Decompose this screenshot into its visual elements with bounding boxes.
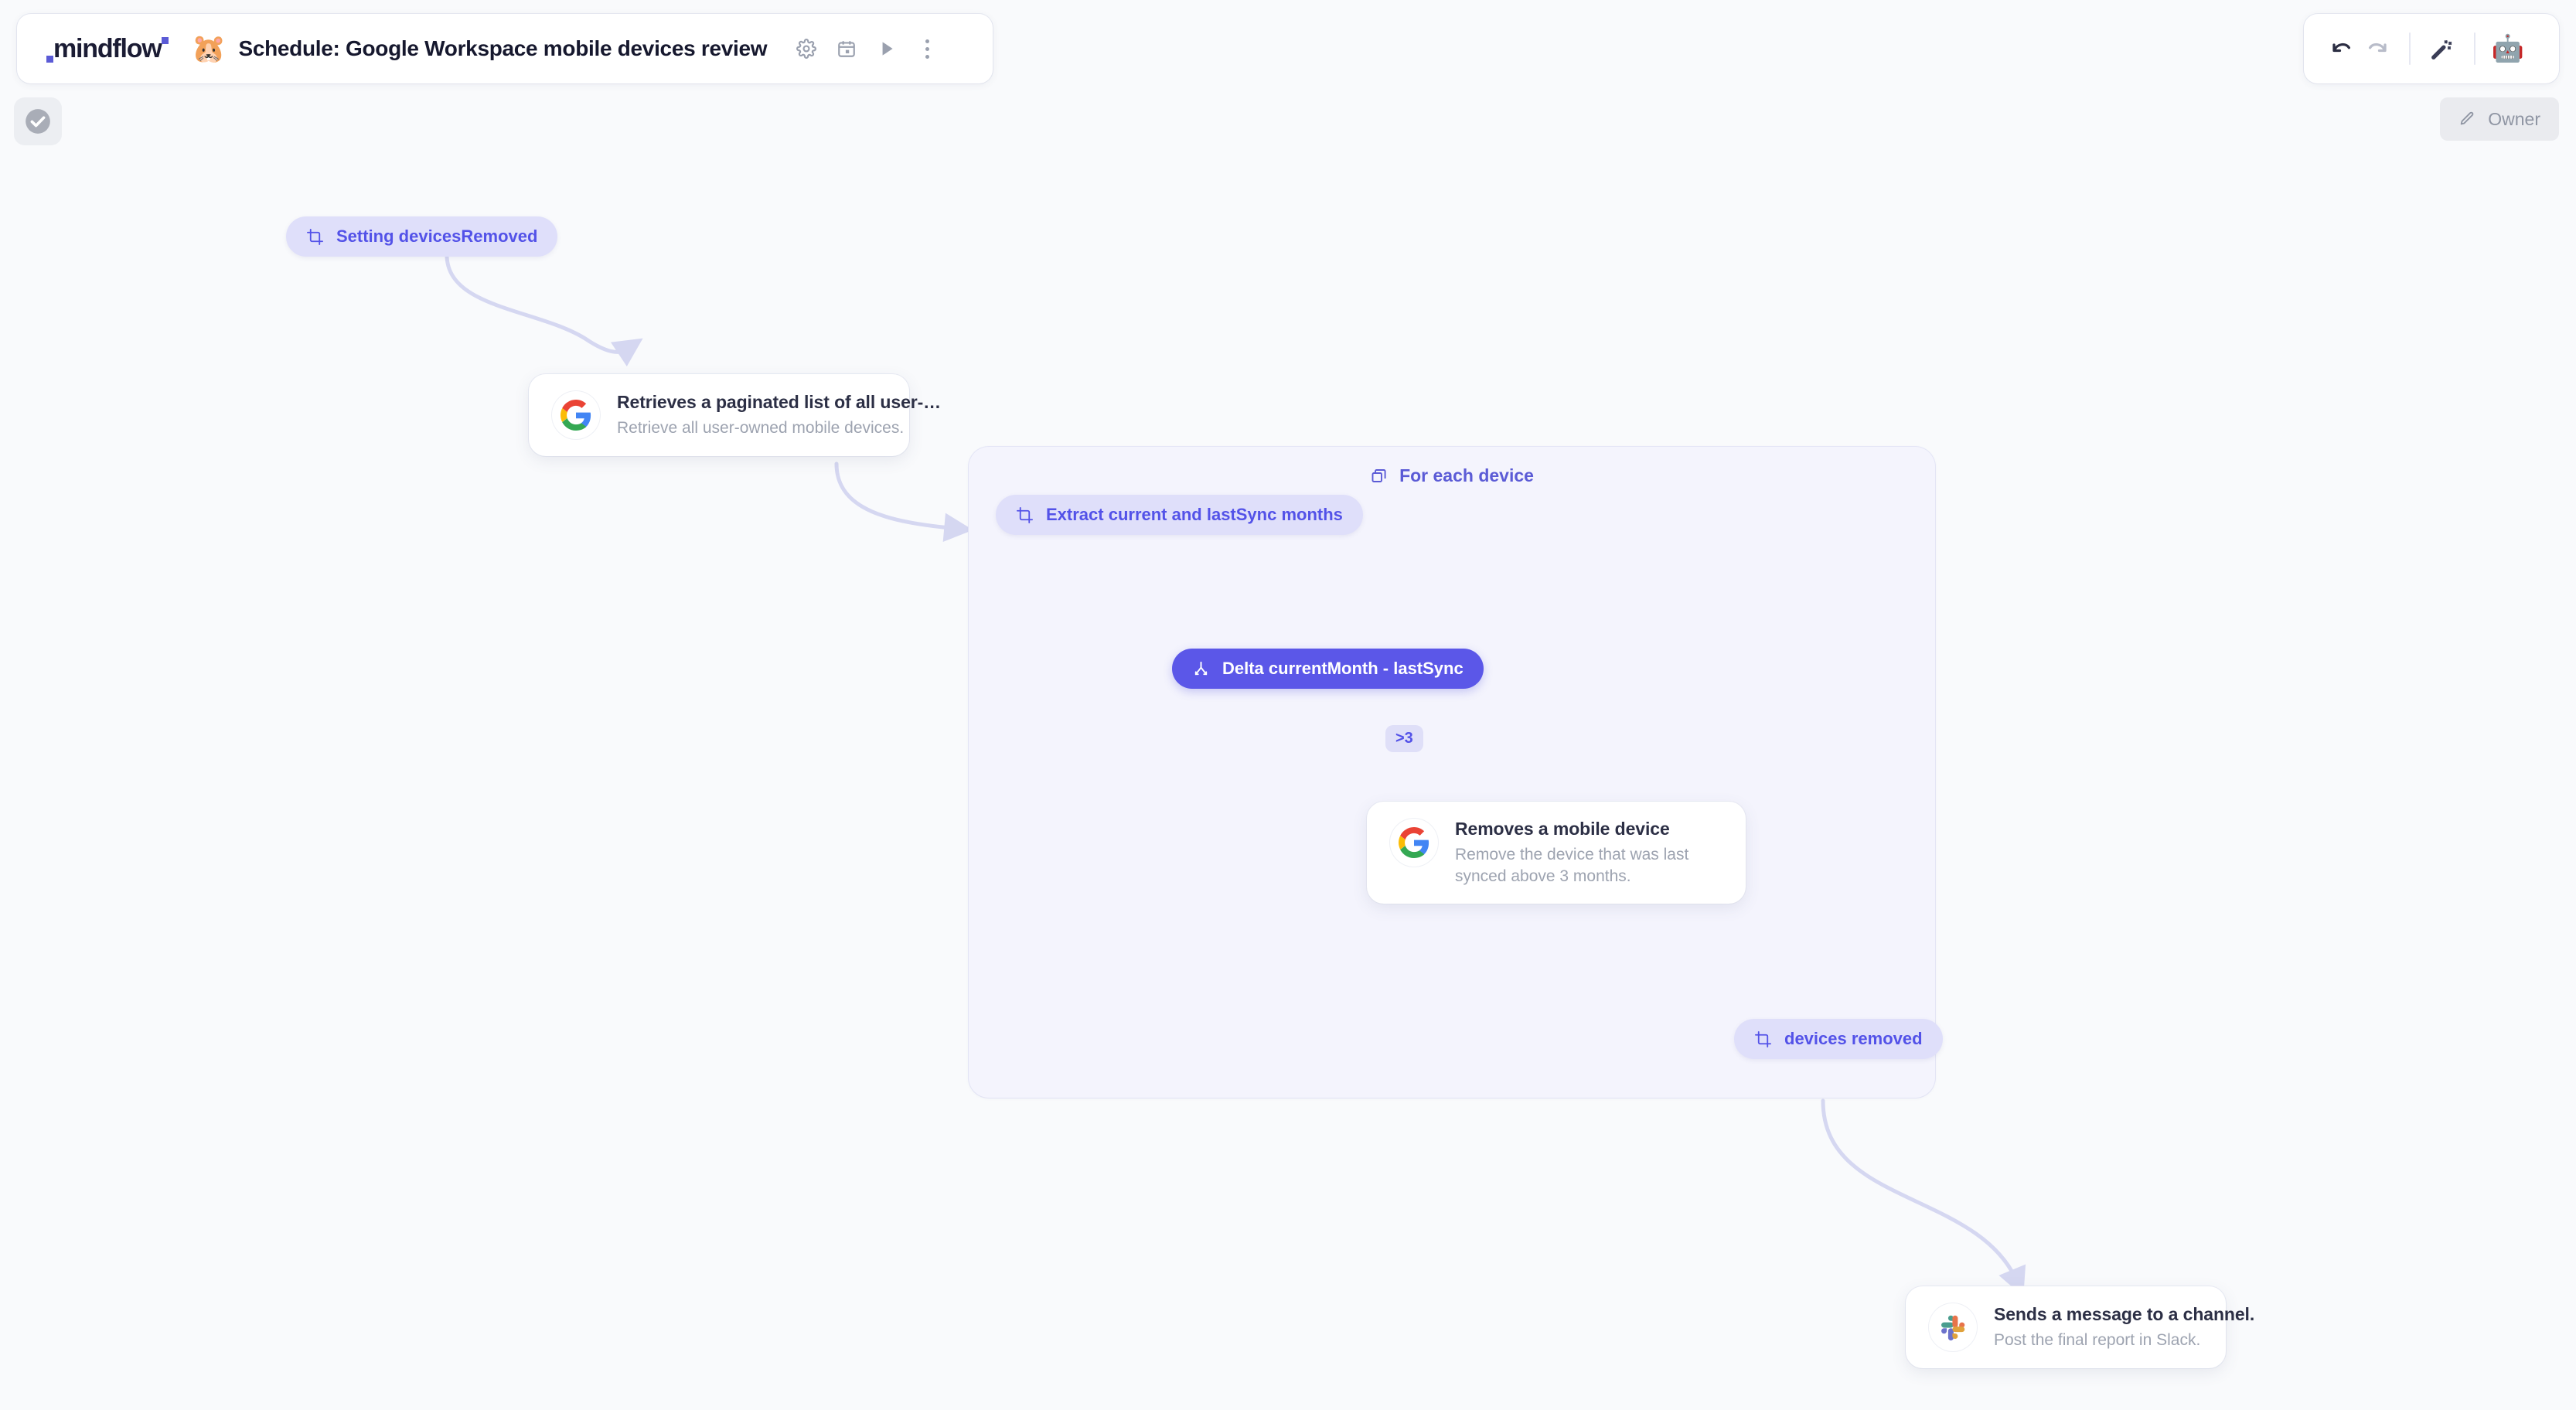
- card-title: Sends a message to a channel.: [1994, 1303, 2255, 1324]
- node-label: Setting devicesRemoved: [336, 226, 538, 246]
- toolbar-divider-2: [2474, 32, 2475, 65]
- slack-icon: [1929, 1303, 1977, 1351]
- edge-setting-to-retrieve: [445, 253, 643, 367]
- card-text: Retrieves a paginated list of all user-……: [617, 392, 941, 439]
- owner-badge[interactable]: Owner: [2440, 97, 2559, 141]
- workflow-title-group: 🐹 Schedule: Google Workspace mobile devi…: [192, 35, 938, 63]
- node-label: devices removed: [1784, 1029, 1923, 1048]
- user-avatar[interactable]: 🤖: [2489, 36, 2527, 62]
- node-label: Extract current and lastSync months: [1046, 505, 1343, 524]
- owner-label: Owner: [2488, 108, 2540, 129]
- more-options-icon[interactable]: [917, 39, 937, 59]
- edge-label-delta-condition[interactable]: >3: [1385, 725, 1423, 752]
- brand-logo[interactable]: mindflow: [17, 14, 192, 83]
- run-icon[interactable]: [877, 39, 897, 59]
- app-header: mindflow 🐹 Schedule: Google Workspace mo…: [17, 14, 993, 83]
- workflow-actions: [796, 39, 937, 59]
- redo-icon[interactable]: [2360, 31, 2395, 66]
- node-devices-removed[interactable]: devices removed: [1734, 1019, 1943, 1059]
- check-circle-icon: [23, 107, 53, 136]
- google-icon: [1390, 819, 1438, 867]
- card-text: Removes a mobile device Remove the devic…: [1455, 819, 1718, 887]
- node-slack-message[interactable]: Sends a message to a channel. Post the f…: [1906, 1286, 2254, 1368]
- edge-retrieve-to-loop: [834, 461, 973, 543]
- node-setting-devices-removed[interactable]: Setting devicesRemoved: [286, 216, 558, 257]
- node-label: Delta currentMonth - lastSync: [1222, 659, 1463, 678]
- card-title: Removes a mobile device: [1455, 819, 1670, 839]
- node-remove-device[interactable]: Removes a mobile device Remove the devic…: [1367, 802, 1746, 904]
- card-subtitle: Remove the device that was last synced a…: [1455, 846, 1689, 885]
- page-title[interactable]: Schedule: Google Workspace mobile device…: [238, 36, 767, 61]
- loop-header: For each device: [969, 465, 1935, 486]
- brand-name: mindflow: [46, 36, 169, 63]
- loop-container[interactable]: For each device: [969, 447, 1935, 1098]
- layers-icon: [1370, 467, 1389, 485]
- card-title: Retrieves a paginated list of all user-…: [617, 391, 942, 412]
- pencil-icon: [2458, 111, 2475, 128]
- workflow-status-badge[interactable]: [14, 97, 62, 145]
- toolbar-divider-1: [2409, 32, 2411, 65]
- schedule-icon[interactable]: [837, 39, 857, 59]
- editor-toolbar: 🤖: [2304, 14, 2559, 83]
- transform-icon: [306, 228, 324, 246]
- transform-icon: [1016, 506, 1034, 524]
- loop-title: For each device: [1399, 465, 1534, 485]
- card-text: Sends a message to a channel. Post the f…: [1994, 1304, 2254, 1351]
- transform-icon: [1754, 1030, 1772, 1048]
- node-delta-month[interactable]: Delta currentMonth - lastSync: [1172, 649, 1484, 689]
- workflow-avatar-icon[interactable]: 🐹: [192, 35, 227, 63]
- node-retrieve-devices[interactable]: Retrieves a paginated list of all user-……: [529, 374, 941, 456]
- card-subtitle: Post the final report in Slack.: [1994, 1330, 2201, 1349]
- edge-loop-to-slack: [1821, 1098, 2026, 1297]
- node-extract-months[interactable]: Extract current and lastSync months: [996, 495, 1363, 535]
- magic-wand-icon[interactable]: [2424, 31, 2460, 66]
- google-icon: [552, 391, 600, 439]
- card-subtitle: Retrieve all user-owned mobile devices.: [617, 418, 905, 437]
- undo-icon[interactable]: [2324, 31, 2360, 66]
- workflow-editor: mindflow 🐹 Schedule: Google Workspace mo…: [0, 0, 2576, 1410]
- branch-icon: [1192, 660, 1210, 678]
- settings-icon[interactable]: [796, 39, 817, 59]
